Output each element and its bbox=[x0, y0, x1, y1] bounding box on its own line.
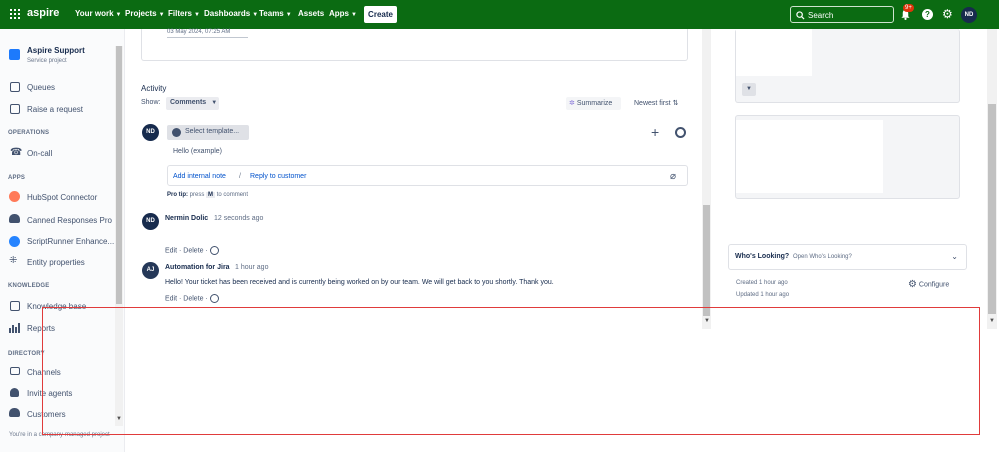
delete-comment-button[interactable]: Delete bbox=[183, 247, 203, 254]
add-icon[interactable]: + bbox=[651, 124, 659, 140]
add-reaction-icon[interactable] bbox=[209, 246, 219, 255]
add-internal-note-button[interactable]: Add internal note bbox=[173, 173, 226, 180]
scroll-down-arrow-icon[interactable]: ▼ bbox=[989, 318, 995, 324]
sidebar-item-queues[interactable]: Queues bbox=[27, 83, 55, 92]
settings-gear-icon[interactable]: ⚙ bbox=[942, 8, 953, 20]
scriptrunner-icon bbox=[9, 236, 20, 247]
whos-looking-title: Who's Looking? bbox=[735, 253, 790, 260]
chevron-down-icon[interactable]: ⌄ bbox=[951, 252, 958, 261]
nav-your-work[interactable]: Your work ▼ bbox=[75, 9, 121, 18]
comment-author[interactable]: Nermin Dolic bbox=[165, 215, 208, 222]
summarize-button[interactable]: ✲ Summarize bbox=[566, 97, 621, 110]
raise-request-icon bbox=[10, 104, 20, 114]
attachment-icon[interactable]: ⌀ bbox=[670, 171, 676, 182]
project-type: Service project bbox=[27, 58, 67, 64]
expand-chevron-icon[interactable]: ▼ bbox=[742, 83, 756, 96]
current-user-avatar: ND bbox=[142, 124, 159, 141]
configure-button[interactable]: ⚙ Configure bbox=[908, 279, 949, 290]
comment-editor-toolbar bbox=[167, 165, 688, 186]
comment-time[interactable]: 12 seconds ago bbox=[214, 215, 263, 222]
comment-draft-text[interactable]: Hello (example) bbox=[173, 148, 222, 155]
hubspot-icon bbox=[9, 191, 20, 202]
comment-avatar: AJ bbox=[142, 262, 159, 279]
updated-time: Updated 1 hour ago bbox=[736, 292, 790, 298]
reply-to-customer-button[interactable]: Reply to customer bbox=[250, 173, 306, 180]
date-field-value[interactable]: 03 May 2024, 07:25 AM bbox=[167, 29, 248, 38]
right-panel-scrollbar[interactable] bbox=[987, 29, 997, 329]
template-icon bbox=[172, 128, 181, 137]
comment-actions: Edit · Delete · bbox=[165, 246, 219, 255]
canned-responses-icon bbox=[9, 214, 20, 223]
chevron-down-icon: ▼ bbox=[211, 100, 218, 106]
select-template-button[interactable]: Select template... bbox=[167, 125, 249, 140]
sidebar-item-entity-properties[interactable]: Entity properties bbox=[27, 258, 85, 267]
comment-avatar: ND bbox=[142, 213, 159, 230]
side-panel-content bbox=[736, 29, 812, 76]
section-title-directory: DIRECTORY bbox=[8, 351, 45, 357]
user-avatar[interactable]: ND bbox=[961, 7, 977, 23]
delete-comment-button[interactable]: Delete bbox=[183, 295, 203, 302]
nav-filters[interactable]: Filters ▼ bbox=[168, 9, 200, 18]
separator: / bbox=[239, 173, 241, 180]
search-input[interactable]: Search bbox=[790, 6, 894, 23]
brand-logo[interactable]: aspire bbox=[27, 7, 59, 19]
sidebar-item-raise-request[interactable]: Raise a request bbox=[27, 105, 83, 114]
on-call-icon: ☎ bbox=[10, 147, 23, 158]
annotation-highlight-box bbox=[42, 307, 980, 435]
nav-dashboards[interactable]: Dashboards ▼ bbox=[204, 9, 258, 18]
sort-toggle[interactable]: Newest first ⇅ bbox=[634, 99, 678, 107]
invite-agents-icon bbox=[10, 388, 19, 397]
configure-gear-icon: ⚙ bbox=[908, 279, 917, 290]
main-scrollbar[interactable] bbox=[702, 29, 711, 329]
comment-actions: Edit · Delete · bbox=[165, 294, 219, 303]
pro-tip: Pro tip: press M to comment bbox=[167, 192, 249, 198]
whos-looking-link[interactable]: Open Who's Looking? bbox=[793, 254, 852, 260]
edit-comment-button[interactable]: Edit bbox=[165, 295, 177, 302]
nav-assets[interactable]: Assets bbox=[298, 9, 324, 18]
book-icon bbox=[10, 301, 20, 311]
nav-teams[interactable]: Teams ▼ bbox=[259, 9, 292, 18]
side-panel-content bbox=[736, 120, 883, 193]
search-icon bbox=[796, 11, 805, 20]
created-time: Created 1 hour ago bbox=[736, 280, 788, 286]
nav-apps[interactable]: Apps ▼ bbox=[329, 9, 357, 18]
activity-filter-select[interactable]: Comments ▼ bbox=[166, 97, 219, 110]
whos-looking-panel[interactable]: Who's Looking? Open Who's Looking? ⌄ bbox=[728, 244, 967, 270]
section-title-apps: APPS bbox=[8, 175, 26, 181]
comment-body: Hello! Your ticket has been received and… bbox=[165, 279, 554, 286]
app-switcher-icon[interactable] bbox=[10, 9, 20, 19]
channels-icon bbox=[10, 367, 20, 375]
reports-icon bbox=[9, 323, 20, 333]
comment-time[interactable]: 1 hour ago bbox=[235, 264, 268, 271]
sidebar-item-hubspot-connector[interactable]: HubSpot Connector bbox=[27, 193, 97, 202]
sidebar-item-canned-responses-pro[interactable]: Canned Responses Pro bbox=[27, 216, 112, 225]
section-title-operations: OPERATIONS bbox=[8, 130, 50, 136]
notifications-badge: 9+ bbox=[903, 4, 914, 12]
project-name[interactable]: Aspire Support bbox=[27, 46, 85, 55]
composer-settings-gear-icon[interactable] bbox=[675, 127, 686, 138]
sort-icon: ⇅ bbox=[672, 100, 679, 107]
add-reaction-icon[interactable] bbox=[209, 294, 219, 303]
activity-heading: Activity bbox=[141, 84, 167, 93]
comment-author[interactable]: Automation for Jira bbox=[165, 264, 230, 271]
top-navigation-bar: aspire Your work ▼ Projects ▼ Filters ▼ Das… bbox=[0, 0, 999, 29]
queues-icon bbox=[10, 82, 20, 92]
section-title-knowledge: KNOWLEDGE bbox=[8, 283, 50, 289]
sparkle-icon: ✲ bbox=[569, 100, 575, 107]
sidebar-item-scriptrunner[interactable]: ScriptRunner Enhance... bbox=[27, 237, 114, 246]
create-button[interactable]: Create bbox=[364, 6, 397, 23]
sidebar-item-on-call[interactable]: On-call bbox=[27, 149, 52, 158]
project-logo bbox=[9, 49, 20, 60]
show-label: Show: bbox=[141, 99, 161, 106]
help-icon[interactable]: ? bbox=[922, 9, 933, 20]
edit-comment-button[interactable]: Edit bbox=[165, 247, 177, 254]
customers-icon bbox=[9, 408, 20, 417]
nav-projects[interactable]: Projects ▼ bbox=[125, 9, 165, 18]
entity-properties-icon: ⁜ bbox=[9, 255, 18, 266]
